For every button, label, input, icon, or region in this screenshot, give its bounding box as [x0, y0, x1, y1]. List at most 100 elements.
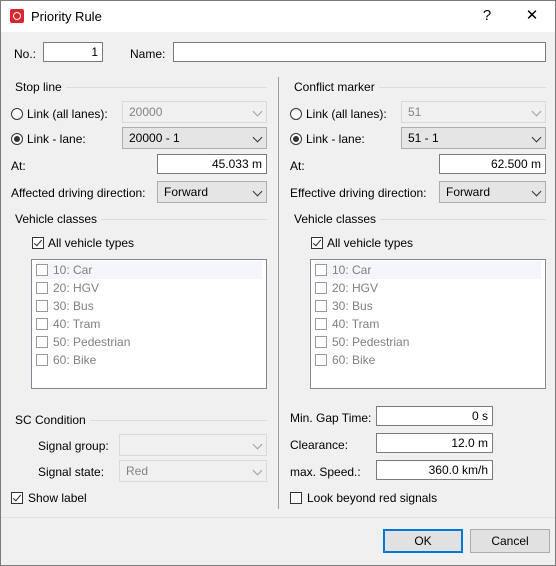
vehicle-class-label: 60: Bike: [53, 353, 97, 367]
stop-line-all-vehicle-types-label: All vehicle types: [48, 236, 135, 250]
vehicle-class-checkbox[interactable]: [36, 354, 48, 366]
help-button[interactable]: ?: [472, 5, 502, 27]
conflict-marker-link-all-select: 51: [401, 101, 546, 123]
list-item[interactable]: 50: Pedestrian: [315, 333, 541, 351]
list-item[interactable]: 30: Bus: [36, 297, 262, 315]
conflict-marker-title: Conflict marker: [294, 80, 379, 94]
conflict-marker-link-lane-value: 51 - 1: [408, 131, 439, 145]
vehicle-class-label: 50: Pedestrian: [53, 335, 131, 349]
stop-line-at-field[interactable]: 45.033 m: [157, 154, 267, 174]
name-label: Name:: [130, 47, 166, 61]
conflict-marker-link-lane-radio[interactable]: [290, 133, 302, 145]
chevron-down-icon: [252, 106, 263, 117]
vehicle-class-label: 40: Tram: [53, 317, 101, 331]
vehicle-class-checkbox[interactable]: [315, 282, 327, 294]
affected-direction-select[interactable]: Forward: [157, 181, 267, 203]
conflict-marker-at-field[interactable]: 62.500 m: [439, 154, 546, 174]
conflict-marker-link-lane-label: Link - lane:: [306, 132, 365, 146]
vehicle-class-checkbox[interactable]: [36, 282, 48, 294]
vehicle-class-checkbox[interactable]: [315, 318, 327, 330]
stop-line-link-all-select: 20000: [122, 101, 267, 123]
vehicle-class-label: 20: HGV: [332, 281, 379, 295]
vehicle-class-checkbox[interactable]: [36, 264, 48, 276]
stop-line-link-lane-radio[interactable]: [11, 133, 23, 145]
stop-line-at-label: At:: [11, 159, 26, 173]
chevron-down-icon: [252, 186, 263, 197]
max-speed-field[interactable]: 360.0 km/h: [376, 460, 493, 480]
vehicle-class-checkbox[interactable]: [36, 318, 48, 330]
vehicle-class-checkbox[interactable]: [36, 336, 48, 348]
app-icon: [10, 9, 24, 23]
vehicle-class-checkbox[interactable]: [315, 300, 327, 312]
chevron-down-icon: [531, 186, 542, 197]
sc-condition-title: SC Condition: [15, 413, 90, 427]
vehicle-class-checkbox[interactable]: [315, 354, 327, 366]
clearance-field[interactable]: 12.0 m: [376, 433, 493, 453]
conflict-marker-at-label: At:: [290, 159, 305, 173]
no-field[interactable]: 1: [43, 42, 103, 62]
signal-group-select: [119, 434, 267, 456]
affected-direction-label: Affected driving direction:: [11, 186, 146, 200]
vehicle-class-checkbox[interactable]: [315, 264, 327, 276]
vehicle-class-label: 30: Bus: [53, 299, 94, 313]
list-item[interactable]: 10: Car: [36, 261, 262, 279]
effective-direction-select[interactable]: Forward: [439, 181, 546, 203]
ok-button[interactable]: OK: [383, 529, 463, 553]
stop-line-link-lane-select[interactable]: 20000 - 1: [122, 127, 267, 149]
list-item[interactable]: 40: Tram: [36, 315, 262, 333]
conflict-marker-link-all-value: 51: [408, 105, 422, 119]
conflict-marker-all-vehicle-types-label: All vehicle types: [327, 236, 414, 250]
clearance-label: Clearance:: [290, 438, 349, 452]
list-item[interactable]: 40: Tram: [315, 315, 541, 333]
chevron-down-icon: [252, 465, 263, 476]
list-item[interactable]: 20: HGV: [315, 279, 541, 297]
max-speed-label: max. Speed.:: [290, 465, 361, 479]
column-divider: [278, 77, 279, 509]
conflict-marker-vehicle-classes-list[interactable]: 10: Car 20: HGV 30: Bus 40: Tram 50: Ped…: [310, 259, 546, 389]
show-label-checkbox[interactable]: [11, 492, 23, 504]
list-item[interactable]: 30: Bus: [315, 297, 541, 315]
min-gap-time-field[interactable]: 0 s: [376, 406, 493, 426]
conflict-marker-link-lane-select[interactable]: 51 - 1: [401, 127, 546, 149]
vehicle-class-label: 40: Tram: [332, 317, 380, 331]
stop-line-vehicle-classes-list[interactable]: 10: Car 20: HGV 30: Bus 40: Tram 50: Ped…: [31, 259, 267, 389]
list-item[interactable]: 20: HGV: [36, 279, 262, 297]
stop-line-link-all-label: Link (all lanes):: [27, 107, 108, 121]
chevron-down-icon: [252, 132, 263, 143]
list-item[interactable]: 60: Bike: [36, 351, 262, 369]
no-label: No.:: [14, 47, 37, 61]
conflict-marker-link-all-label: Link (all lanes):: [306, 107, 387, 121]
name-field[interactable]: [173, 42, 546, 62]
list-item[interactable]: 60: Bike: [315, 351, 541, 369]
priority-rule-dialog: Priority Rule ? ✕ No.: 1 Name: Stop line…: [0, 0, 556, 566]
stop-line-link-all-value: 20000: [129, 105, 163, 119]
chevron-down-icon: [252, 439, 263, 450]
cancel-button[interactable]: Cancel: [470, 529, 550, 553]
window-title: Priority Rule: [31, 9, 102, 24]
vehicle-class-checkbox[interactable]: [36, 300, 48, 312]
vehicle-class-checkbox[interactable]: [315, 336, 327, 348]
effective-direction-value: Forward: [446, 185, 491, 199]
vehicle-class-label: 50: Pedestrian: [332, 335, 410, 349]
vehicle-class-label: 10: Car: [53, 263, 93, 277]
vehicle-class-label: 30: Bus: [332, 299, 373, 313]
conflict-marker-link-all-radio[interactable]: [290, 108, 302, 120]
vehicle-class-label: 60: Bike: [332, 353, 376, 367]
min-gap-time-label: Min. Gap Time:: [290, 411, 372, 425]
effective-direction-label: Effective driving direction:: [290, 186, 427, 200]
look-beyond-red-checkbox[interactable]: [290, 492, 302, 504]
title-bar: Priority Rule ? ✕: [1, 1, 555, 32]
stop-line-link-all-radio[interactable]: [11, 108, 23, 120]
signal-group-label: Signal group:: [38, 439, 109, 453]
conflict-marker-all-vehicle-types-checkbox[interactable]: [311, 237, 323, 249]
vehicle-class-label: 10: Car: [332, 263, 372, 277]
stop-line-vehicle-classes-title: Vehicle classes: [15, 212, 102, 226]
stop-line-link-lane-label: Link - lane:: [27, 132, 86, 146]
list-item[interactable]: 10: Car: [315, 261, 541, 279]
stop-line-all-vehicle-types-checkbox[interactable]: [32, 237, 44, 249]
close-button[interactable]: ✕: [517, 5, 547, 27]
vehicle-class-label: 20: HGV: [53, 281, 100, 295]
signal-state-label: Signal state:: [38, 465, 105, 479]
list-item[interactable]: 50: Pedestrian: [36, 333, 262, 351]
signal-state-select: Red: [119, 460, 267, 482]
